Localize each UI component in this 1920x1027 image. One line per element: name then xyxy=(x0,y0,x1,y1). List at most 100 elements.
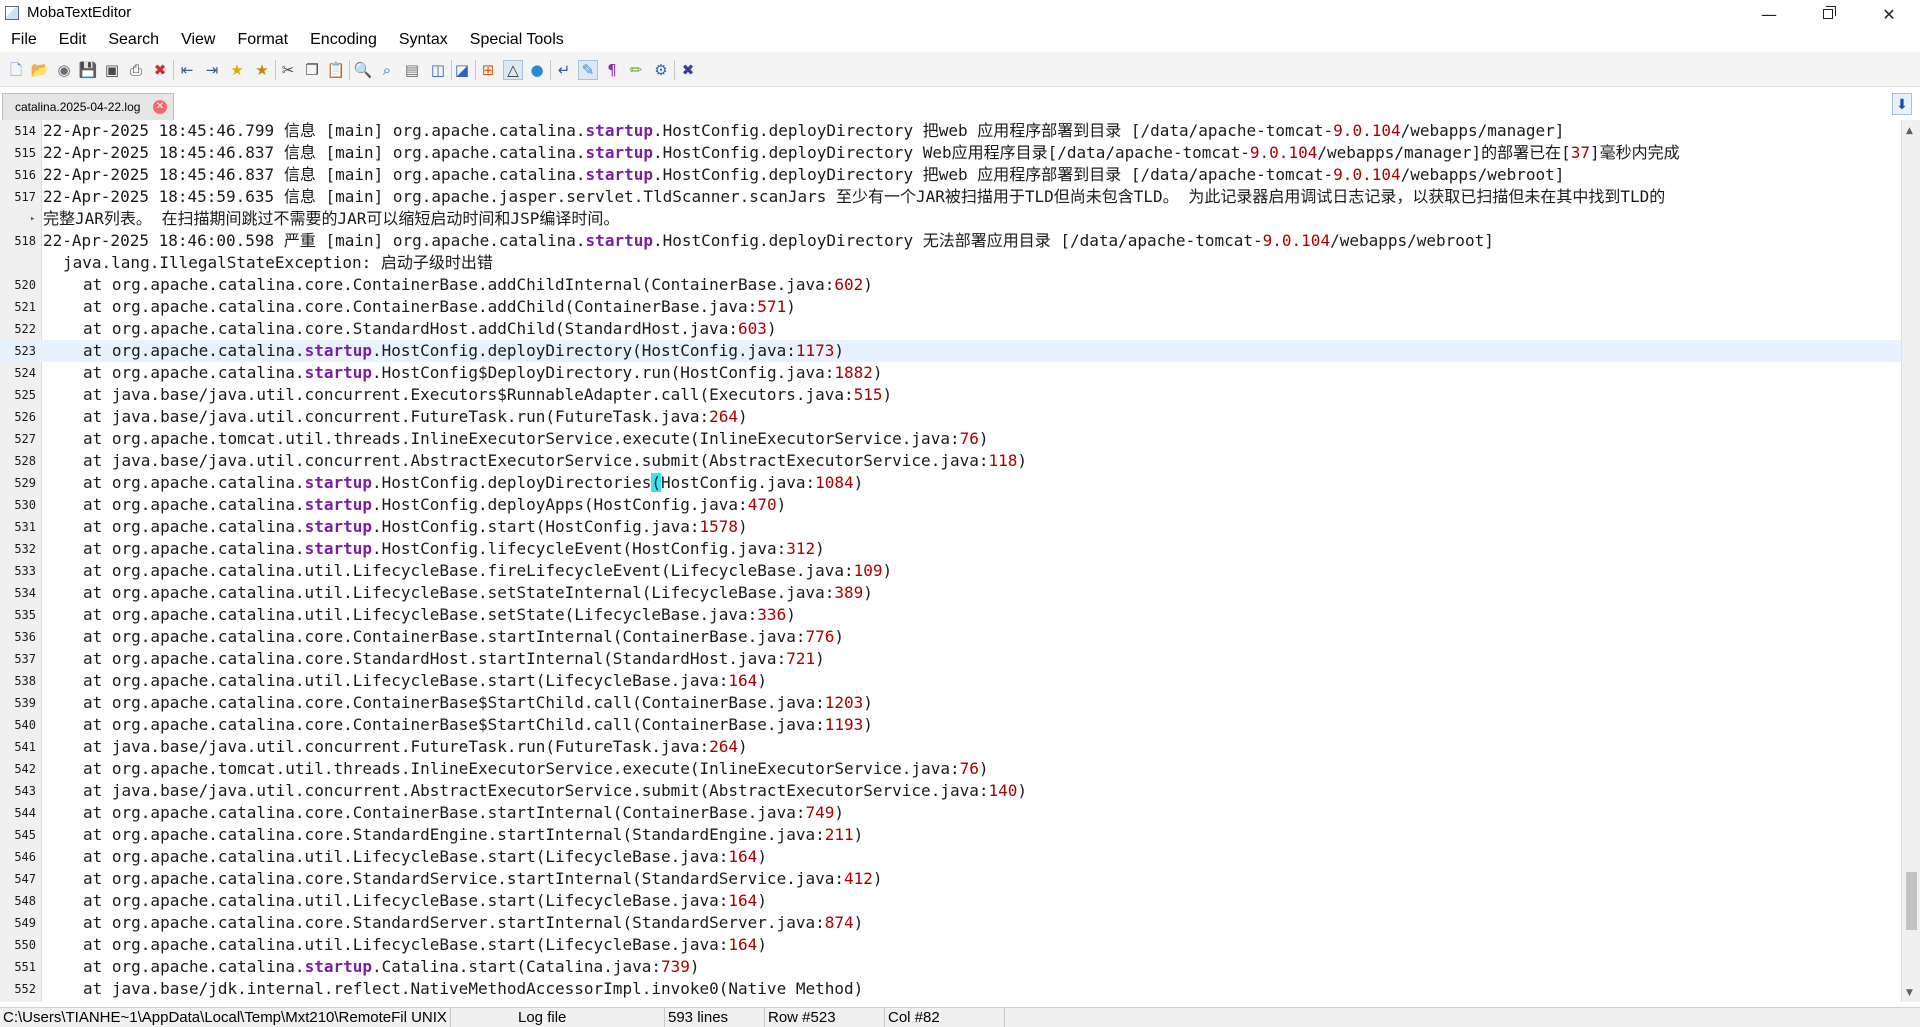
editor-line[interactable]: 520 at org.apache.catalina.core.Container… xyxy=(0,274,1901,296)
editor-line[interactable]: 516 22-Apr-2025 18:45:46.837 信息 [main] or… xyxy=(0,164,1901,186)
replace-icon[interactable]: ▤ xyxy=(402,60,422,80)
word-wrap-icon[interactable]: ↵ xyxy=(554,60,574,80)
minimize-button[interactable]: — xyxy=(1746,0,1792,28)
menu-view[interactable]: View xyxy=(170,28,226,52)
editor-line[interactable]: 531 at org.apache.catalina.startup.HostCo… xyxy=(0,516,1901,538)
editor-line[interactable]: 549 at org.apache.catalina.core.StandardS… xyxy=(0,912,1901,934)
next-bookmark-icon[interactable]: ★ xyxy=(252,60,272,80)
menu-special-tools[interactable]: Special Tools xyxy=(459,28,575,52)
menu-format[interactable]: Format xyxy=(226,28,299,52)
scroll-up-icon[interactable]: ▲ xyxy=(1906,126,1913,136)
line-number: 535 xyxy=(14,608,36,622)
tab-close-icon[interactable]: ✕ xyxy=(153,100,167,114)
indent-icon[interactable]: ⇥ xyxy=(202,60,222,80)
vertical-scrollbar[interactable]: ▲ ▼ xyxy=(1901,120,1920,1002)
editor-line[interactable]: 522 at org.apache.catalina.core.StandardH… xyxy=(0,318,1901,340)
find-icon[interactable]: 🔍 xyxy=(353,60,373,80)
line-number: 525 xyxy=(14,388,36,402)
editor-line[interactable]: 526 at java.base/java.util.concurrent.Fut… xyxy=(0,406,1901,428)
editor-line[interactable]: 544 at org.apache.catalina.core.Container… xyxy=(0,802,1901,824)
editor-line[interactable]: 552 at java.base/jdk.internal.reflect.Nat… xyxy=(0,978,1901,1000)
editor-line[interactable]: 550 at org.apache.catalina.util.Lifecycle… xyxy=(0,934,1901,956)
unix-format-icon[interactable]: △ xyxy=(503,60,523,80)
editor-line[interactable]: 541 at java.base/java.util.concurrent.Fut… xyxy=(0,736,1901,758)
new-file-icon[interactable]: 🗋 xyxy=(6,60,26,80)
editor-line[interactable]: 515 22-Apr-2025 18:45:46.837 信息 [main] or… xyxy=(0,142,1901,164)
editor-line[interactable]: 539 at org.apache.catalina.core.Container… xyxy=(0,692,1901,714)
highlight-icon[interactable]: ✏ xyxy=(626,60,646,80)
maximize-button[interactable] xyxy=(1805,0,1851,28)
diff-icon[interactable]: ◪ xyxy=(452,60,472,80)
editor-line[interactable]: 542 at org.apache.tomcat.util.threads.Inl… xyxy=(0,758,1901,780)
line-text: at java.base/java.util.concurrent.Future… xyxy=(83,407,748,426)
tab-catalina-log[interactable]: catalina.2025-04-22.log ✕ xyxy=(2,93,174,120)
editor-line[interactable]: 538 at org.apache.catalina.util.Lifecycle… xyxy=(0,670,1901,692)
windows-format-icon[interactable]: ⊞ xyxy=(478,60,498,80)
line-text: at org.apache.catalina.core.ContainerBas… xyxy=(83,275,873,294)
unindent-icon[interactable]: ⇤ xyxy=(177,60,197,80)
editor-line[interactable]: ▸ 完整JAR列表。 在扫描期间跳过不需要的JAR可以缩短启动时间和JSP编译时间… xyxy=(0,208,1901,230)
menu-edit[interactable]: Edit xyxy=(48,28,98,52)
scroll-down-icon[interactable]: ▼ xyxy=(1906,988,1913,998)
editor-line[interactable]: 543 at java.base/java.util.concurrent.Abs… xyxy=(0,780,1901,802)
menu-file[interactable]: File xyxy=(0,28,48,52)
wrap-indicator-icon: ▸ xyxy=(30,214,36,224)
editor-line[interactable]: 537 at org.apache.catalina.core.StandardH… xyxy=(0,648,1901,670)
close-file-icon[interactable]: ✖ xyxy=(150,60,170,80)
editor-line[interactable]: 524 at org.apache.catalina.startup.HostCo… xyxy=(0,362,1901,384)
editor-line[interactable]: 528 at java.base/java.util.concurrent.Abs… xyxy=(0,450,1901,472)
mac-format-icon[interactable]: ● xyxy=(527,60,547,80)
editor-line[interactable]: 527 at org.apache.tomcat.util.threads.Inl… xyxy=(0,428,1901,450)
editor-line[interactable]: 514 22-Apr-2025 18:45:46.799 信息 [main] or… xyxy=(0,120,1901,142)
text-editor[interactable]: 514 22-Apr-2025 18:45:46.799 信息 [main] or… xyxy=(0,120,1901,1002)
line-text: java.lang.IllegalStateException: 启动子级时出错 xyxy=(63,253,493,272)
editor-line[interactable]: 547 at org.apache.catalina.core.StandardS… xyxy=(0,868,1901,890)
syntax-icon[interactable]: ✎ xyxy=(578,60,598,80)
tab-list-button[interactable]: ⬇ xyxy=(1892,93,1912,115)
line-text: at java.base/jdk.internal.reflect.Native… xyxy=(83,979,864,998)
line-number: 546 xyxy=(14,850,36,864)
save-all-icon[interactable]: ▣ xyxy=(102,60,122,80)
line-number: 536 xyxy=(14,630,36,644)
editor-line[interactable]: 546 at org.apache.catalina.util.Lifecycle… xyxy=(0,846,1901,868)
editor-line[interactable]: 523 at org.apache.catalina.startup.HostCo… xyxy=(0,340,1901,362)
editor-line[interactable]: 540 at org.apache.catalina.core.Container… xyxy=(0,714,1901,736)
menu-encoding[interactable]: Encoding xyxy=(299,28,388,52)
editor-line[interactable]: 517 22-Apr-2025 18:45:59.635 信息 [main] or… xyxy=(0,186,1901,208)
editor-line[interactable]: 521 at org.apache.catalina.core.Container… xyxy=(0,296,1901,318)
compare-icon[interactable]: ◫ xyxy=(428,60,448,80)
reload-icon[interactable]: ◉ xyxy=(54,60,74,80)
cut-icon[interactable]: ✂ xyxy=(278,60,298,80)
line-text: at org.apache.catalina.startup.HostConfi… xyxy=(83,517,748,536)
copy-icon[interactable]: ❐ xyxy=(302,60,322,80)
editor-line[interactable]: 551 at org.apache.catalina.startup.Catali… xyxy=(0,956,1901,978)
menu-syntax[interactable]: Syntax xyxy=(388,28,459,52)
save-icon[interactable]: 💾 xyxy=(78,60,98,80)
settings-icon[interactable]: ⚙ xyxy=(651,60,671,80)
editor-line[interactable]: 533 at org.apache.catalina.util.Lifecycle… xyxy=(0,560,1901,582)
editor-line[interactable]: 535 at org.apache.catalina.util.Lifecycle… xyxy=(0,604,1901,626)
line-text: at org.apache.catalina.util.LifecycleBas… xyxy=(83,847,767,866)
editor-line[interactable]: 518 22-Apr-2025 18:46:00.598 严重 [main] or… xyxy=(0,230,1901,252)
exit-icon[interactable]: ✖ xyxy=(678,60,698,80)
bookmark-icon[interactable]: ★ xyxy=(227,60,247,80)
scrollbar-thumb[interactable] xyxy=(1906,872,1917,930)
editor-line[interactable]: 545 at org.apache.catalina.core.StandardE… xyxy=(0,824,1901,846)
editor-line[interactable]: 534 at org.apache.catalina.util.Lifecycle… xyxy=(0,582,1901,604)
menu-search[interactable]: Search xyxy=(97,28,170,52)
line-number: 540 xyxy=(14,718,36,732)
editor-line[interactable]: 536 at org.apache.catalina.core.Container… xyxy=(0,626,1901,648)
editor-line[interactable]: 525 at java.base/java.util.concurrent.Exe… xyxy=(0,384,1901,406)
paragraph-icon[interactable]: ¶ xyxy=(602,60,622,80)
line-number: 539 xyxy=(14,696,36,710)
editor-line[interactable]: 529 at org.apache.catalina.startup.HostCo… xyxy=(0,472,1901,494)
find-next-icon[interactable]: ⌕ xyxy=(377,60,397,80)
close-window-button[interactable]: ✕ xyxy=(1866,0,1912,28)
editor-line[interactable]: java.lang.IllegalStateException: 启动子级时出错 xyxy=(0,252,1901,274)
editor-line[interactable]: 530 at org.apache.catalina.startup.HostCo… xyxy=(0,494,1901,516)
paste-icon[interactable]: 📋 xyxy=(326,60,346,80)
editor-line[interactable]: 532 at org.apache.catalina.startup.HostCo… xyxy=(0,538,1901,560)
print-icon[interactable]: ⎙ xyxy=(126,60,146,80)
editor-line[interactable]: 548 at org.apache.catalina.util.Lifecycle… xyxy=(0,890,1901,912)
open-folder-icon[interactable]: 📂 xyxy=(30,60,50,80)
